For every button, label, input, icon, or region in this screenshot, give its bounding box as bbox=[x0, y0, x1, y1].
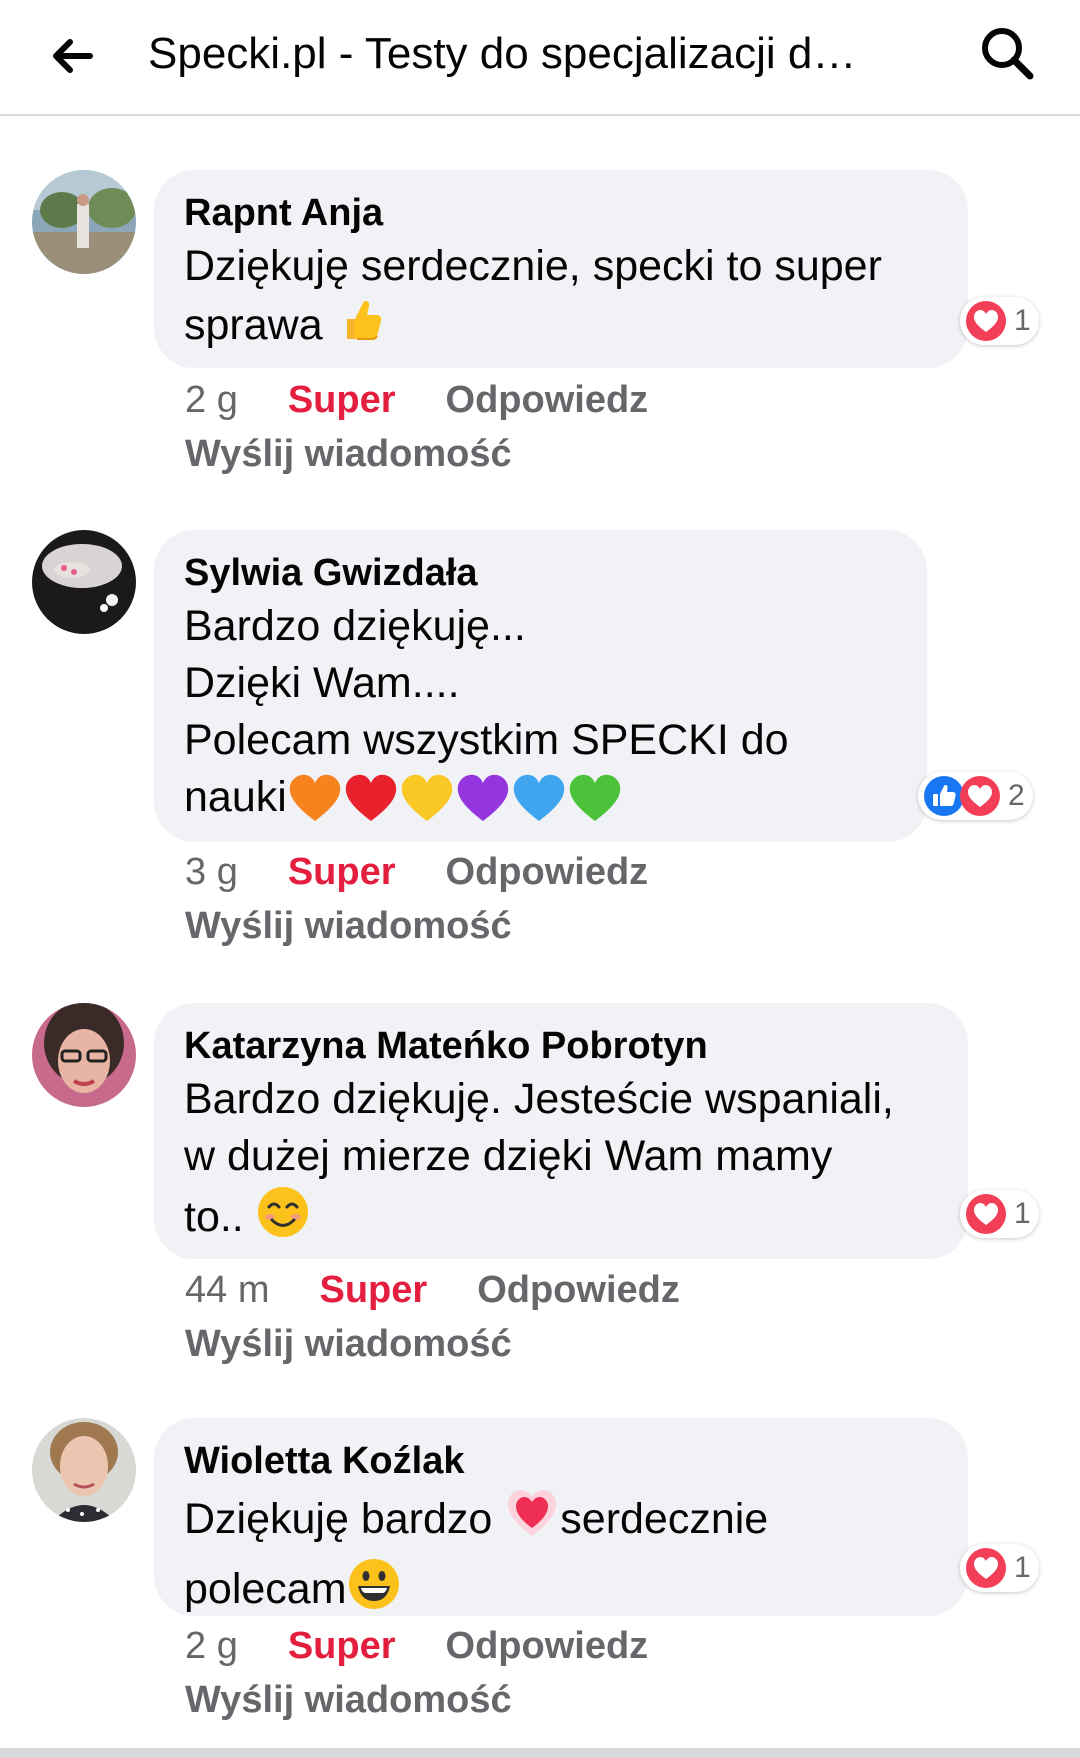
comment-text-line: Dzięki Wam.... bbox=[184, 659, 460, 707]
send-message-button[interactable]: Wyślij wiadomość bbox=[185, 1675, 512, 1725]
reaction-count: 1 bbox=[1014, 1197, 1031, 1230]
orange-heart-emoji bbox=[287, 772, 343, 828]
super-reaction-button[interactable]: Super bbox=[288, 375, 396, 425]
search-icon bbox=[982, 28, 1034, 80]
back-button[interactable] bbox=[44, 28, 100, 84]
thumbs-up-emoji bbox=[335, 295, 385, 360]
comment-author[interactable]: Wioletta Koźlak bbox=[184, 1436, 938, 1486]
comment-actions: 2 g Super Odpowiedz bbox=[185, 1621, 698, 1671]
comment-text-line: Dziękuję serdecznie, specki to super bbox=[184, 242, 882, 290]
green-heart-emoji bbox=[567, 772, 623, 828]
comment-time: 3 g bbox=[185, 851, 238, 893]
avatar[interactable] bbox=[32, 1418, 136, 1522]
super-reaction-button[interactable]: Super bbox=[288, 847, 396, 897]
red-heart-emoji bbox=[343, 772, 399, 828]
comment-text-line: Bardzo dziękuję... bbox=[184, 602, 526, 650]
love-reaction-icon bbox=[964, 299, 1008, 343]
comment-author[interactable]: Rapnt Anja bbox=[184, 188, 938, 238]
comment-bubble: Rapnt Anja Dziękuję serdecznie, specki t… bbox=[154, 170, 968, 368]
comment-actions: 2 g Super Odpowiedz bbox=[185, 375, 698, 425]
reply-button[interactable]: Odpowiedz bbox=[446, 1621, 649, 1671]
comment-text-line: to.. bbox=[184, 1192, 244, 1241]
comment-text-line: Dziękuję bardzo bbox=[184, 1494, 493, 1543]
comment-time: 44 m bbox=[185, 1269, 270, 1311]
comment-author[interactable]: Katarzyna Mateńko Pobrotyn bbox=[184, 1021, 938, 1071]
reaction-summary[interactable]: 2 bbox=[918, 772, 1033, 820]
comment-bubble: Katarzyna Mateńko Pobrotyn Bardzo dzięku… bbox=[154, 1003, 968, 1259]
yellow-heart-emoji bbox=[399, 772, 455, 828]
comment-author[interactable]: Sylwia Gwizdała bbox=[184, 548, 897, 598]
comment-time: 2 g bbox=[185, 379, 238, 421]
purple-heart-emoji bbox=[455, 772, 511, 828]
reaction-summary[interactable]: 1 bbox=[960, 297, 1039, 345]
avatar[interactable] bbox=[32, 530, 136, 634]
love-reaction-icon bbox=[958, 774, 1002, 818]
comment-text-line: Bardzo dziękuję. Jesteście wspaniali, bbox=[184, 1075, 894, 1123]
reaction-count: 1 bbox=[1014, 304, 1031, 337]
reply-button[interactable]: Odpowiedz bbox=[477, 1265, 680, 1315]
love-reaction-icon bbox=[964, 1192, 1008, 1236]
arrow-left-icon bbox=[53, 39, 93, 73]
super-reaction-button[interactable]: Super bbox=[319, 1265, 427, 1315]
blue-heart-emoji bbox=[511, 772, 567, 828]
reaction-summary[interactable]: 1 bbox=[960, 1190, 1039, 1238]
comment-text-line: nauki bbox=[184, 773, 287, 821]
avatar[interactable] bbox=[32, 1003, 136, 1107]
comment-bubble: Sylwia Gwizdała Bardzo dziękuję... Dzięk… bbox=[154, 530, 927, 842]
grinning-face-emoji bbox=[347, 1557, 401, 1626]
send-message-button[interactable]: Wyślij wiadomość bbox=[185, 901, 512, 951]
page-title: Specki.pl - Testy do specjalizacji d… bbox=[148, 29, 857, 78]
comment-text-line: sprawa bbox=[184, 300, 323, 349]
comment-text-line: w dużej mierze dzięki Wam mamy bbox=[184, 1132, 833, 1180]
smiling-face-emoji bbox=[256, 1185, 310, 1254]
reaction-summary[interactable]: 1 bbox=[960, 1544, 1039, 1592]
comment-text-line: Polecam wszystkim SPECKI do bbox=[184, 716, 789, 764]
bottom-divider bbox=[0, 1748, 1080, 1758]
comment-text-line: serdecznie bbox=[560, 1494, 769, 1543]
reaction-count: 2 bbox=[1008, 779, 1025, 812]
heart-pulse-emoji bbox=[504, 1486, 560, 1557]
love-reaction-icon bbox=[964, 1546, 1008, 1590]
reaction-count: 1 bbox=[1014, 1551, 1031, 1584]
search-button[interactable] bbox=[976, 22, 1038, 84]
reply-button[interactable]: Odpowiedz bbox=[446, 847, 649, 897]
top-bar: Specki.pl - Testy do specjalizacji d… bbox=[0, 0, 1080, 116]
send-message-button[interactable]: Wyślij wiadomość bbox=[185, 429, 512, 479]
send-message-button[interactable]: Wyślij wiadomość bbox=[185, 1319, 512, 1369]
avatar[interactable] bbox=[32, 170, 136, 274]
comment-time: 2 g bbox=[185, 1625, 238, 1667]
comment-actions: 44 m Super Odpowiedz bbox=[185, 1265, 730, 1315]
comment-text-line: polecam bbox=[184, 1564, 347, 1613]
comment-bubble: Wioletta Koźlak Dziękuję bardzo serdeczn… bbox=[154, 1418, 968, 1616]
super-reaction-button[interactable]: Super bbox=[288, 1621, 396, 1671]
reply-button[interactable]: Odpowiedz bbox=[446, 375, 649, 425]
comment-actions: 3 g Super Odpowiedz bbox=[185, 847, 698, 897]
